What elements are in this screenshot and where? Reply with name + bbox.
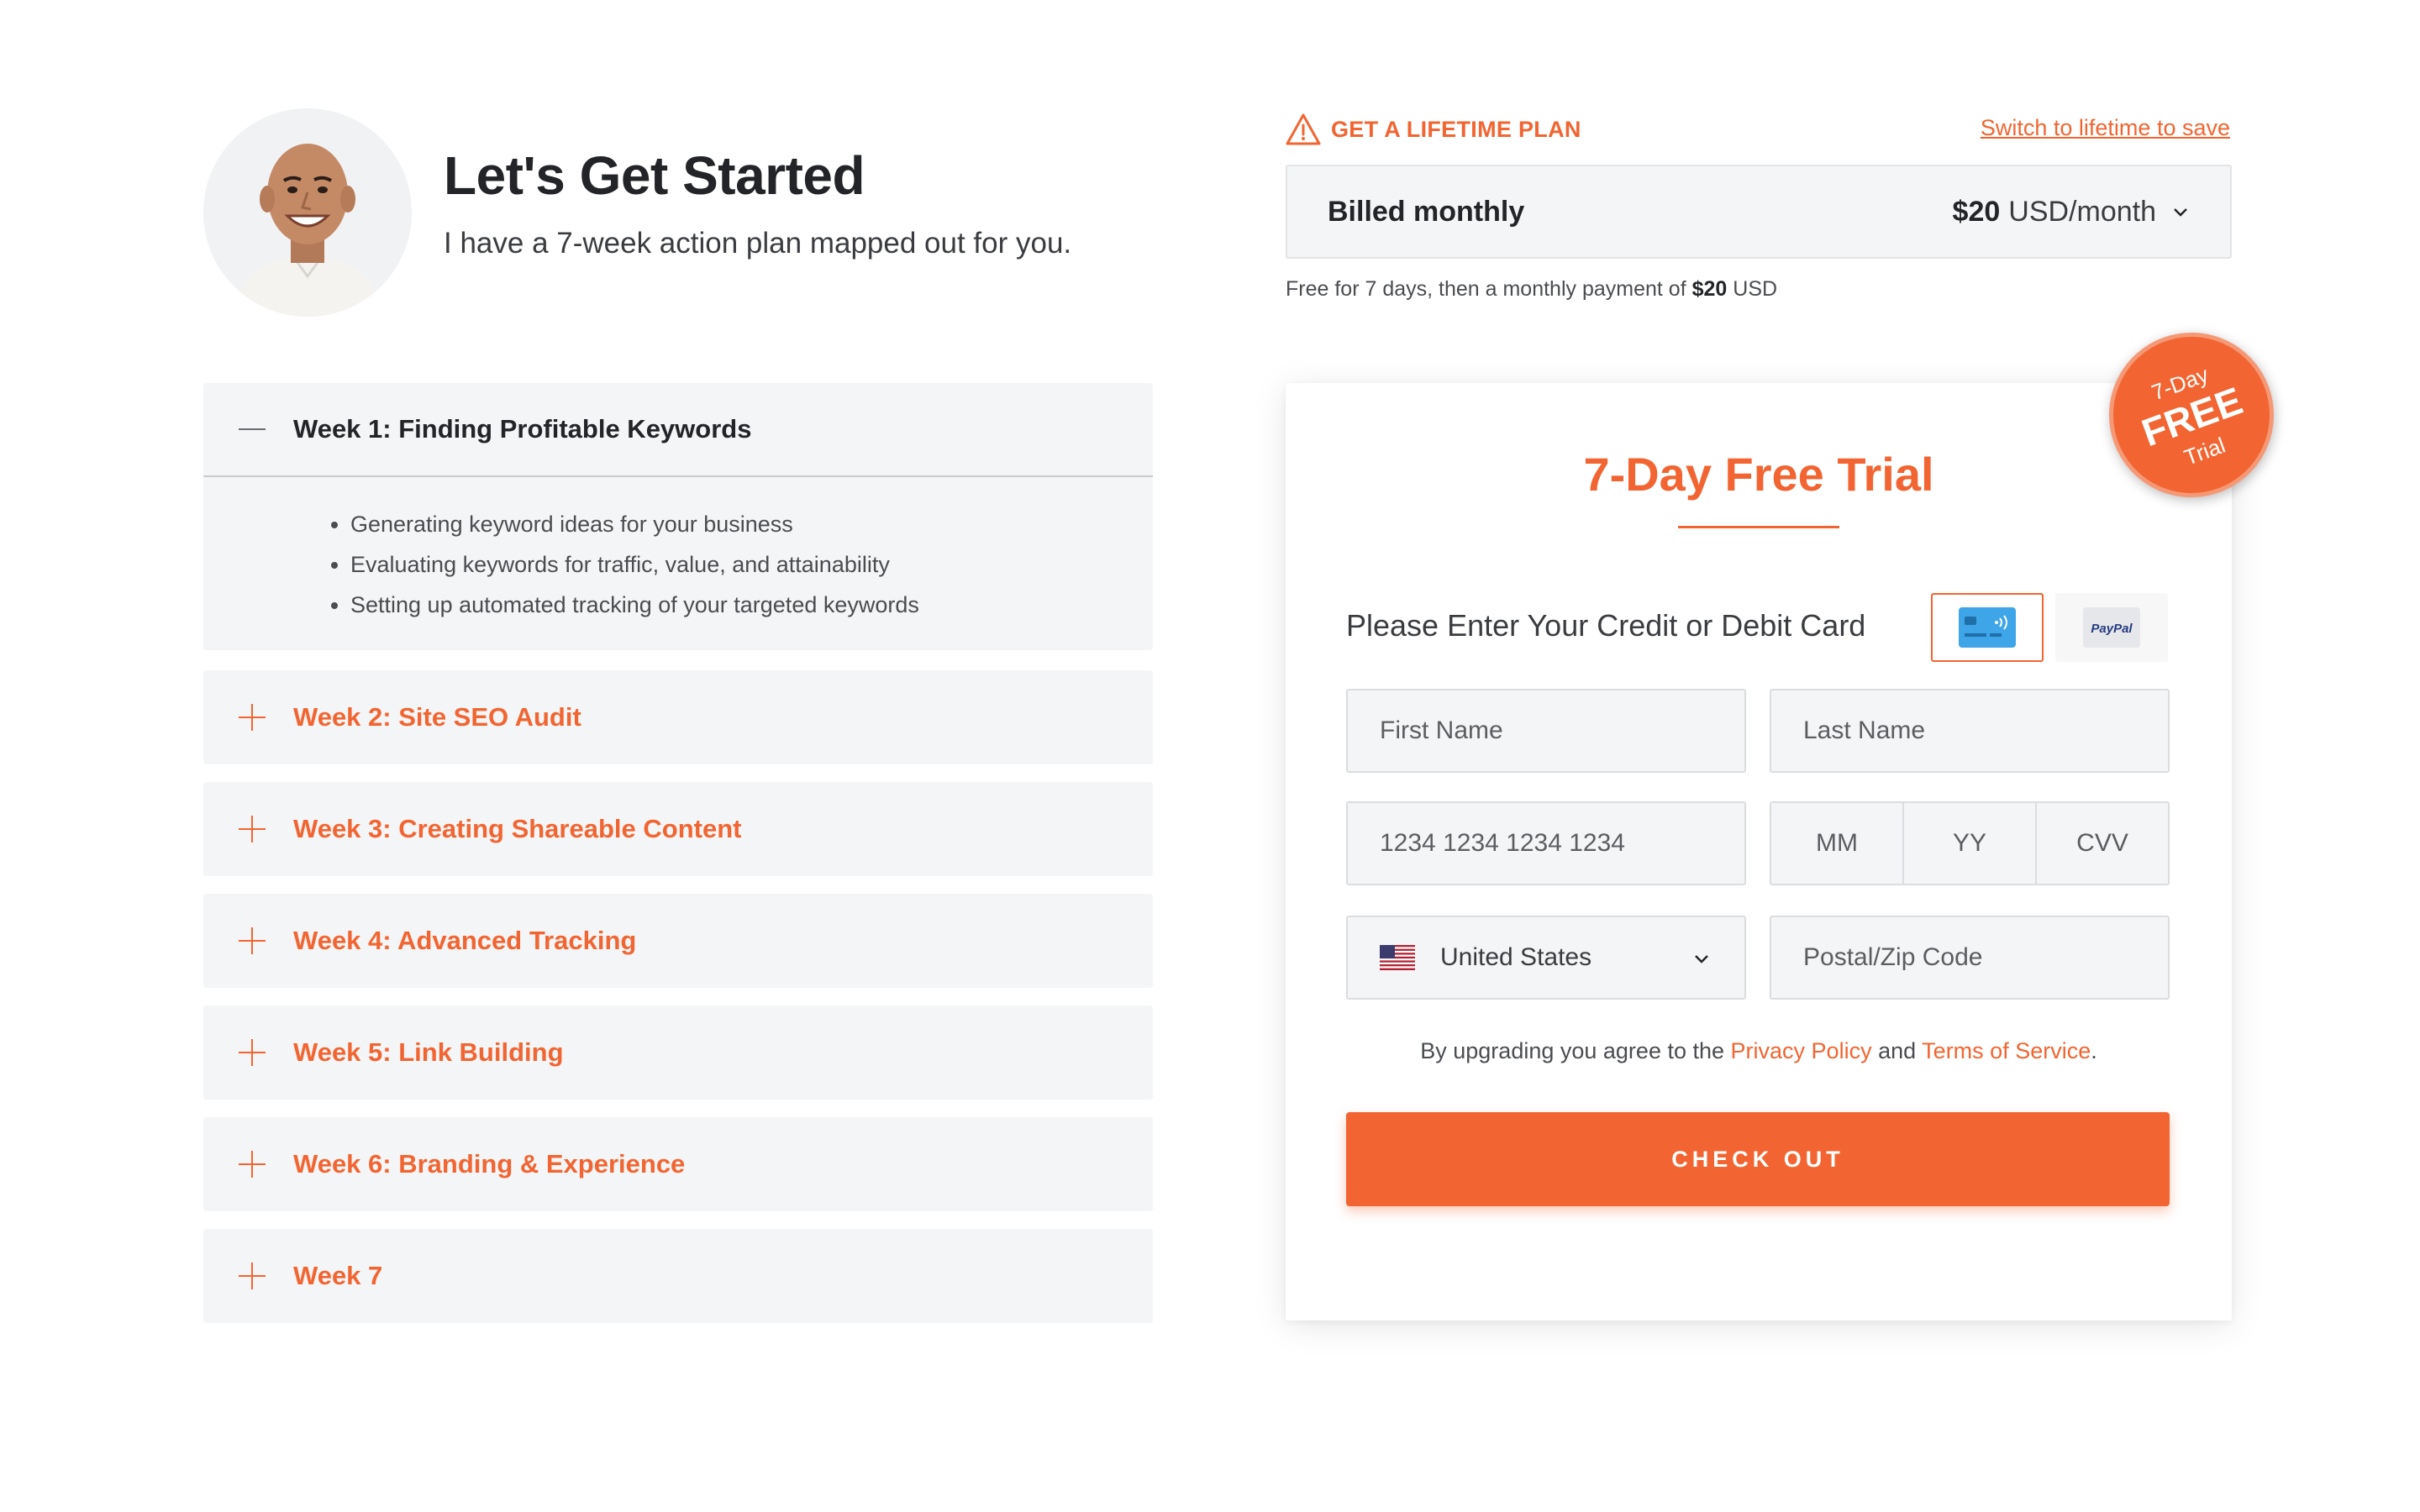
chevron-down-icon (1695, 955, 1708, 963)
payment-label: Please Enter Your Credit or Debit Card (1346, 608, 1866, 643)
accordion-label: Week 3: Creating Shareable Content (293, 814, 742, 843)
list-item: Generating keyword ideas for your busine… (350, 504, 1153, 544)
postal-code-field[interactable]: Postal/Zip Code (1770, 916, 2170, 1000)
page-subtitle: I have a 7-week action plan mapped out f… (444, 227, 1072, 260)
plus-icon (239, 1151, 266, 1178)
terms-agreement: By upgrading you agree to the Privacy Po… (1420, 1038, 2097, 1063)
accordion-week-5: Week 5: Link Building (203, 1005, 1153, 1100)
list-item: Evaluating keywords for traffic, value, … (350, 544, 1153, 585)
paypal-icon: PayPal (2083, 607, 2140, 648)
country-value: United States (1440, 943, 1592, 971)
plus-icon (239, 816, 266, 843)
terms-of-service-link[interactable]: Terms of Service (1922, 1038, 2091, 1063)
accordion-label: Week 4: Advanced Tracking (293, 926, 637, 955)
lifetime-plan-label: GET A LIFETIME PLAN (1331, 116, 1581, 142)
plus-icon (239, 927, 266, 954)
plus-icon (239, 704, 266, 731)
price-amount: $20 (1952, 195, 2001, 228)
paypal-option[interactable]: PayPal (2055, 593, 2168, 662)
accordion-header-week-7[interactable]: Week 7 (203, 1229, 1153, 1323)
accordion-label: Week 2: Site SEO Audit (293, 702, 581, 732)
accordion-label: Week 5: Link Building (293, 1037, 564, 1067)
svg-text:PayPal: PayPal (2091, 622, 2133, 636)
accordion-week-7: Week 7 (203, 1229, 1153, 1323)
country-select[interactable]: United States (1346, 916, 1746, 1000)
accordion-header-week-6[interactable]: Week 6: Branding & Experience (203, 1117, 1153, 1211)
lifetime-plan-notice: GET A LIFETIME PLAN (1286, 113, 1581, 146)
chevron-down-icon (2174, 208, 2187, 217)
credit-card-icon (1959, 607, 2016, 648)
credit-card-option[interactable] (1931, 593, 2044, 662)
page-title: Let's Get Started (444, 145, 865, 206)
plus-icon (239, 1263, 266, 1289)
privacy-policy-link[interactable]: Privacy Policy (1731, 1038, 1872, 1063)
accordion-week-1: Week 1: Finding Profitable Keywords Gene… (203, 383, 1153, 650)
accordion-body-week-1: Generating keyword ideas for your busine… (203, 477, 1153, 650)
minus-icon (239, 428, 266, 430)
accordion-label: Week 1: Finding Profitable Keywords (293, 414, 752, 444)
accordion-week-3: Week 3: Creating Shareable Content (203, 782, 1153, 876)
accordion-week-2: Week 2: Site SEO Audit (203, 670, 1153, 764)
accordion-week-6: Week 6: Branding & Experience (203, 1117, 1153, 1211)
warning-icon (1286, 113, 1321, 145)
switch-to-lifetime-link[interactable]: Switch to lifetime to save (1981, 115, 2230, 141)
card-expiry-cvv-group: MM YY CVV (1770, 801, 2170, 885)
avatar (203, 108, 412, 317)
accordion-header-week-2[interactable]: Week 2: Site SEO Audit (203, 670, 1153, 764)
plan-price: $20 USD/month (1953, 196, 2190, 228)
trial-title: 7-Day Free Trial (1583, 448, 1934, 501)
price-unit: USD/month (2008, 195, 2156, 228)
billing-cycle: Billed monthly (1328, 195, 1525, 228)
card-number-field[interactable]: 1234 1234 1234 1234 (1346, 801, 1746, 885)
first-name-field[interactable]: First Name (1346, 689, 1746, 773)
billing-note: Free for 7 days, then a monthly payment … (1286, 277, 1778, 301)
accordion-week-4: Week 4: Advanced Tracking (203, 894, 1153, 988)
accordion-header-week-4[interactable]: Week 4: Advanced Tracking (203, 894, 1153, 988)
cvv-field[interactable]: CVV (2035, 803, 2168, 884)
accordion-label: Week 6: Branding & Experience (293, 1149, 686, 1179)
checkout-card: 7-Day Free Trial 7-Day FREE Trial Please… (1286, 309, 2297, 1320)
accordion-header-week-5[interactable]: Week 5: Link Building (203, 1005, 1153, 1100)
plus-icon (239, 1039, 266, 1066)
last-name-field[interactable]: Last Name (1770, 689, 2170, 773)
check-out-button[interactable]: CHECK OUT (1346, 1112, 2170, 1206)
list-item: Setting up automated tracking of your ta… (350, 585, 1153, 625)
accordion-header-week-1[interactable]: Week 1: Finding Profitable Keywords (203, 383, 1153, 477)
billing-note-amount: $20 (1691, 277, 1728, 301)
title-underline (1678, 526, 1839, 528)
expiry-month-field[interactable]: MM (1771, 803, 1902, 884)
accordion-header-week-3[interactable]: Week 3: Creating Shareable Content (203, 782, 1153, 876)
expiry-year-field[interactable]: YY (1902, 803, 2035, 884)
accordion-label: Week 7 (293, 1261, 383, 1290)
billing-plan-select[interactable]: Billed monthly $20 USD/month (1286, 165, 2232, 259)
us-flag-icon (1380, 945, 1415, 970)
